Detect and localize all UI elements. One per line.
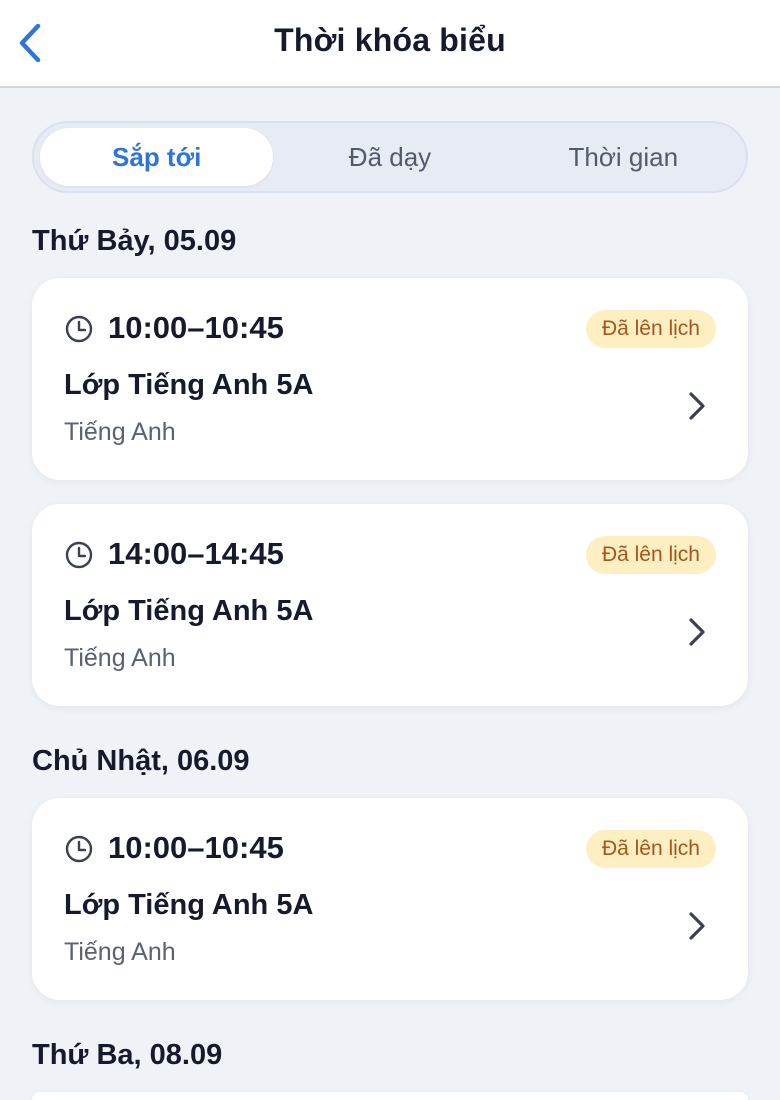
lesson-card[interactable]: 10:00–10:45 Đã lên lịch Lớp Tiếng Anh 5A… — [32, 798, 748, 1000]
status-badge: Đã lên lịch — [585, 310, 716, 348]
day-heading: Thứ Bảy, 05.09 — [32, 225, 237, 257]
lesson-subject: Tiếng Anh — [64, 418, 176, 446]
lesson-card[interactable]: 10:00–10:45 Đã lên lịch Lớp Tiếng Anh 5A… — [32, 278, 748, 480]
lesson-subject: Tiếng Anh — [64, 938, 176, 966]
schedule-filter-tabs: Sắp tới Đã dạy Thời gian — [32, 121, 748, 193]
lesson-class-name: Lớp Tiếng Anh 5A — [64, 889, 314, 921]
clock-icon — [65, 541, 93, 569]
lesson-time: 10:00–10:45 — [108, 310, 284, 345]
tab-time[interactable]: Thời gian — [507, 128, 740, 186]
status-badge: Đã lên lịch — [585, 536, 716, 574]
chevron-right-icon — [689, 618, 705, 646]
tab-taught[interactable]: Đã dạy — [273, 128, 506, 186]
day-heading: Chủ Nhật, 06.09 — [32, 745, 250, 777]
lesson-time: 14:00–14:45 — [108, 536, 284, 571]
page-title: Thời khóa biểu — [274, 22, 506, 58]
clock-icon — [65, 315, 93, 343]
tab-upcoming[interactable]: Sắp tới — [40, 128, 274, 186]
lesson-card[interactable] — [32, 1092, 748, 1100]
status-badge: Đã lên lịch — [585, 830, 716, 868]
lesson-subject: Tiếng Anh — [64, 644, 176, 672]
lesson-class-name: Lớp Tiếng Anh 5A — [64, 369, 314, 401]
day-heading: Thứ Ba, 08.09 — [32, 1039, 223, 1071]
chevron-right-icon — [689, 392, 705, 420]
top-app-bar: Thời khóa biểu — [0, 0, 780, 88]
clock-icon — [65, 835, 93, 863]
lesson-time: 10:00–10:45 — [108, 830, 284, 865]
lesson-card[interactable]: 14:00–14:45 Đã lên lịch Lớp Tiếng Anh 5A… — [32, 504, 748, 706]
lesson-class-name: Lớp Tiếng Anh 5A — [64, 595, 314, 627]
chevron-right-icon — [689, 912, 705, 940]
